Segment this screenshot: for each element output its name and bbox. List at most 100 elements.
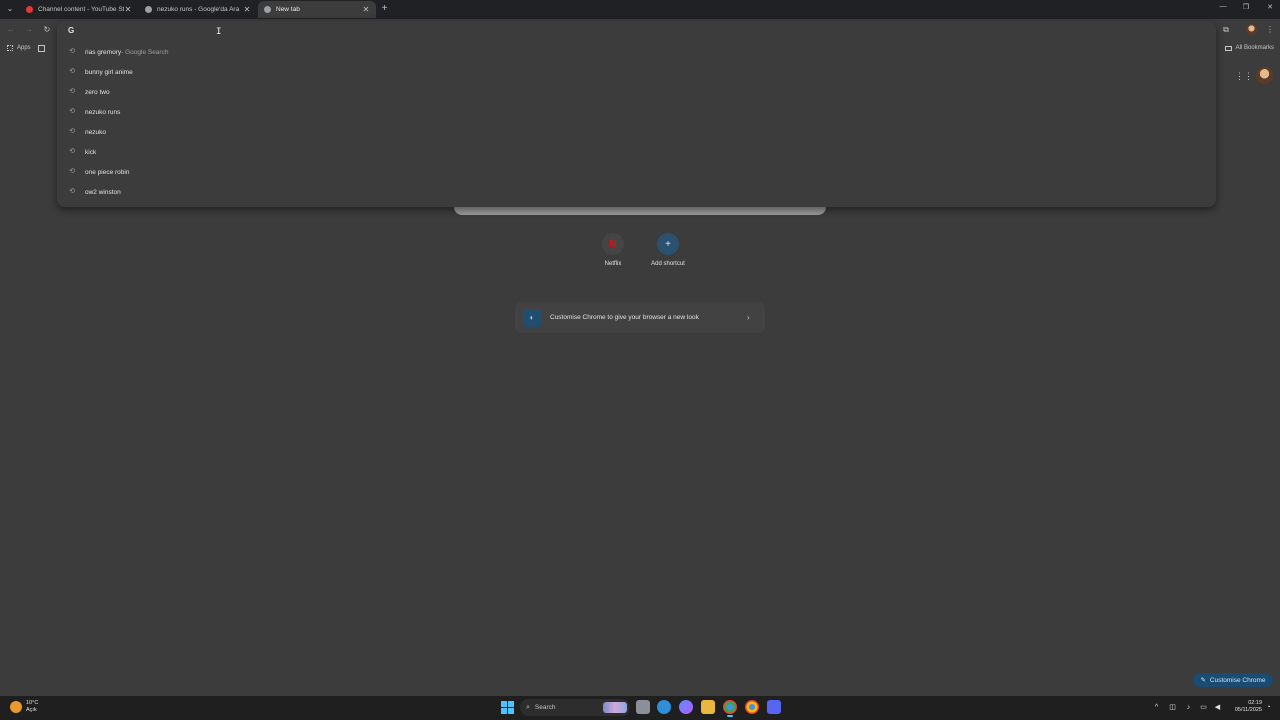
chrome-taskbar-icon[interactable]	[723, 700, 737, 717]
suggestion-item[interactable]: ⟲ nezuko	[57, 122, 1216, 142]
history-icon: ⟲	[69, 108, 75, 115]
palette-icon: ◐	[523, 308, 541, 327]
discord-icon[interactable]	[767, 700, 781, 714]
extensions-icon[interactable]: ⧉	[1220, 24, 1232, 36]
history-icon: ⟲	[69, 188, 75, 195]
microphone-icon[interactable]: ♪	[1184, 703, 1193, 712]
shortcut-label: Add shortcut	[651, 261, 685, 267]
file-explorer-icon[interactable]	[701, 700, 715, 714]
network-icon[interactable]: ◫	[1168, 703, 1177, 712]
history-icon: ⟲	[69, 88, 75, 95]
apps-label: Apps	[17, 45, 31, 51]
chrome-profile-icon[interactable]	[745, 700, 759, 714]
close-icon[interactable]: ✕	[243, 5, 251, 14]
notification-bell-icon[interactable]: ◔	[1264, 703, 1273, 712]
globe-icon	[145, 6, 152, 13]
tab-title: nezuko runs - Google'da Ara	[157, 6, 240, 13]
weather-widget[interactable]: 10°C Açık	[10, 700, 38, 714]
history-icon: ⟲	[69, 168, 75, 175]
tab-search-icon[interactable]: ⌄	[4, 3, 16, 15]
plus-icon: +	[657, 233, 679, 255]
google-g-icon: G	[68, 26, 75, 35]
suggestion-text: nezuko runs	[85, 108, 121, 116]
suggestion-item[interactable]: ⟲ zero two	[57, 82, 1216, 102]
youtube-favicon-icon	[26, 6, 33, 13]
search-icon: ⌕	[526, 703, 530, 711]
folder-icon	[1224, 45, 1232, 51]
reload-button[interactable]: ↻	[41, 24, 53, 36]
clock-date: 05/11/2025	[1234, 707, 1262, 713]
profile-avatar[interactable]	[1246, 24, 1257, 35]
shortcut-netflix[interactable]: N Netflix	[588, 233, 638, 267]
address-bar-input[interactable]	[80, 25, 1180, 37]
minimize-button[interactable]: —	[1217, 3, 1229, 10]
add-shortcut-button[interactable]: + Add shortcut	[643, 233, 693, 267]
shortcut-label: Netflix	[604, 261, 622, 267]
edge-icon[interactable]	[657, 700, 671, 714]
new-tab-button[interactable]: +	[379, 3, 390, 14]
tab-new-tab[interactable]: New tab ✕	[258, 1, 376, 18]
menu-icon[interactable]: ⋮	[1264, 24, 1276, 36]
chrome-icon	[264, 6, 271, 13]
back-button[interactable]: ←	[5, 24, 17, 36]
weather-sun-icon	[10, 701, 22, 713]
history-icon: ⟲	[69, 128, 75, 135]
suggestion-text: bunny girl anime	[85, 68, 133, 76]
weather-temp: 10°C	[26, 700, 39, 706]
forward-button[interactable]: →	[23, 24, 35, 36]
tab-title: New tab	[276, 6, 300, 13]
restore-button[interactable]: ❐	[1240, 3, 1252, 11]
chevron-right-icon: ›	[747, 313, 750, 322]
account-avatar[interactable]	[1256, 67, 1273, 84]
close-icon[interactable]: ✕	[362, 5, 370, 14]
customise-chrome-button[interactable]: ✎ Customise Chrome	[1193, 673, 1273, 687]
close-icon[interactable]: ✕	[124, 5, 132, 14]
suggestion-item[interactable]: ⟲ kick	[57, 142, 1216, 162]
clock[interactable]: 02:19 05/11/2025	[1226, 700, 1262, 714]
customise-card-label: Customise Chrome to give your browser a …	[550, 314, 699, 321]
suggestion-text: zero two	[85, 88, 110, 96]
google-apps-icon[interactable]: ⋮⋮	[1235, 71, 1253, 81]
windows-start-icon[interactable]	[501, 701, 514, 714]
suggestion-text: nezuko	[85, 128, 106, 136]
copilot-icon[interactable]	[679, 700, 693, 714]
customise-button-label: Customise Chrome	[1209, 676, 1266, 684]
history-icon: ⟲	[69, 48, 75, 55]
tab-title: Channel content - YouTube Studio	[38, 6, 124, 13]
tab-google-search[interactable]: nezuko runs - Google'da Ara ✕	[139, 1, 257, 18]
suggestion-item[interactable]: ⟲ ow2 winston	[57, 182, 1216, 202]
all-bookmarks-button[interactable]: All Bookmarks	[1224, 45, 1274, 51]
history-icon: ⟲	[69, 148, 75, 155]
chevron-up-icon[interactable]: ^	[1152, 703, 1161, 712]
taskbar-search-box[interactable]: ⌕ Search	[520, 699, 630, 716]
tab-strip: ⌄ Channel content - YouTube Studio ✕ nez…	[0, 0, 1280, 19]
suggestion-item[interactable]: ⟲ bunny girl anime	[57, 62, 1216, 82]
volume-icon[interactable]: ◀	[1213, 703, 1222, 712]
taskbar-search-label: Search	[534, 704, 556, 711]
weather-desc: Açık	[26, 707, 37, 713]
bookmark-shortcut-icon[interactable]	[38, 45, 45, 52]
suggestion-text: ow2 winston	[85, 188, 121, 196]
all-bookmarks-label: All Bookmarks	[1235, 45, 1274, 51]
clock-time: 02:19	[1248, 700, 1262, 706]
netflix-icon: N	[602, 233, 624, 255]
bookmark-apps[interactable]: Apps	[7, 45, 31, 51]
suggestion-text: rias gremory	[85, 48, 122, 56]
display-icon[interactable]: ▭	[1199, 703, 1208, 712]
suggestion-text: one piece robin	[85, 168, 130, 176]
history-icon: ⟲	[69, 68, 75, 75]
tab-youtube-studio[interactable]: Channel content - YouTube Studio ✕	[20, 1, 138, 18]
suggestion-text: kick	[85, 148, 97, 156]
suggestion-item[interactable]: ⟲ rias gremory - Google Search	[57, 42, 1216, 62]
task-view-icon[interactable]	[636, 700, 650, 714]
search-highlight-icon	[603, 702, 627, 713]
taskbar: 10°C Açık ⌕ Search ^ ◫ ♪ ▭ ◀ 02:19 05/11…	[0, 696, 1280, 720]
suggestion-suffix: - Google Search	[121, 48, 169, 56]
pencil-icon: ✎	[1200, 677, 1206, 684]
apps-grid-icon	[7, 45, 13, 51]
suggestion-item[interactable]: ⟲ one piece robin	[57, 162, 1216, 182]
suggestion-item[interactable]: ⟲ nezuko runs	[57, 102, 1216, 122]
text-cursor-icon: I	[216, 27, 222, 37]
customise-chrome-card[interactable]: ◐ Customise Chrome to give your browser …	[515, 302, 765, 333]
close-window-button[interactable]: ✕	[1264, 3, 1276, 11]
